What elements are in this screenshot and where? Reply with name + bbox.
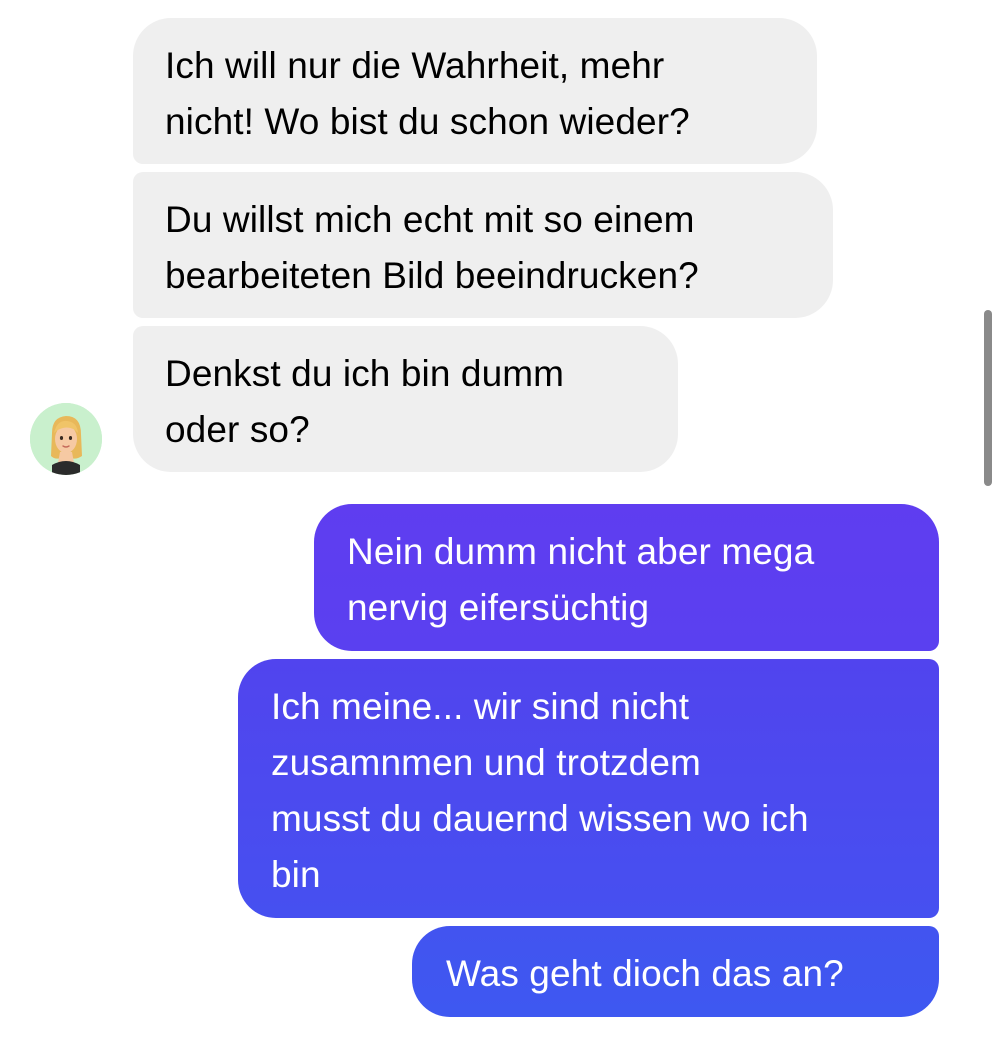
memoji-avatar-icon[interactable]: [30, 403, 102, 475]
incoming-message-bubble[interactable]: Du willst mich echt mit so einem bearbei…: [133, 172, 833, 318]
message-thread[interactable]: Ich will nur die Wahrheit, mehr nicht! W…: [0, 0, 1000, 1045]
outgoing-message-bubble[interactable]: Ich meine... wir sind nicht zusamnmen un…: [238, 659, 939, 918]
outgoing-message-bubble[interactable]: Was geht dioch das an?: [412, 926, 939, 1017]
avatar-face-icon: [30, 403, 102, 475]
incoming-message-bubble[interactable]: Ich will nur die Wahrheit, mehr nicht! W…: [133, 18, 817, 164]
scrollbar-thumb[interactable]: [984, 310, 992, 486]
outgoing-message-bubble[interactable]: Nein dumm nicht aber mega nervig eifersü…: [314, 504, 939, 651]
incoming-message-bubble[interactable]: Denkst du ich bin dumm oder so?: [133, 326, 678, 472]
